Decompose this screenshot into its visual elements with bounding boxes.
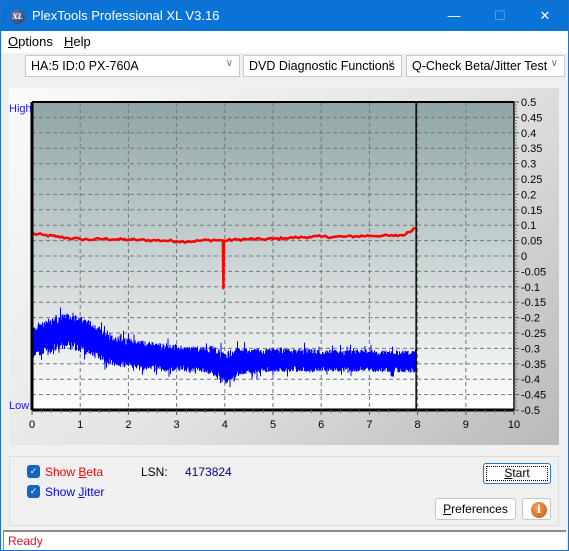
lsn-value: 4173824 (185, 465, 232, 479)
info-icon: i (531, 502, 547, 518)
x-tick-label: 4 (222, 419, 228, 431)
lsn-label: LSN: (141, 465, 168, 479)
chevron-down-icon: ∨ (550, 58, 558, 69)
controls-panel: ✓ Show Beta ✓ Show Jitter LSN: 4173824 S… (9, 456, 559, 526)
title-bar: XL PlexTools Professional XL V3.16 — ☐ ✕ (1, 1, 568, 31)
y-tick-label: 0.4 (521, 128, 536, 140)
preferences-button[interactable]: Preferences (435, 498, 516, 520)
y-tick-label: -0.4 (521, 374, 540, 386)
test-select[interactable]: Q-Check Beta/Jitter Test ∨ (406, 55, 565, 77)
chevron-down-icon: ∨ (387, 58, 395, 69)
y-tick-label: -0.25 (521, 328, 546, 340)
y-tick-label: 0.3 (521, 159, 536, 171)
status-text: Ready (8, 534, 43, 548)
y-tick-label: -0.05 (521, 266, 546, 278)
toolbar: HA:5 ID:0 PX-760A ∨ DVD Diagnostic Funct… (1, 53, 568, 79)
x-tick-label: 0 (29, 419, 35, 431)
y-tick-label: -0.2 (521, 313, 540, 325)
show-beta-checkbox[interactable]: ✓ (27, 465, 40, 478)
y-tick-label: 0 (521, 251, 527, 263)
menu-options-label: ptions (18, 34, 53, 49)
y-tick-label: -0.35 (521, 359, 546, 371)
y-tick-label: 0.05 (521, 236, 542, 248)
app-logo-icon: XL (10, 9, 25, 24)
chart-panel: 0 1 2 3 4 5 6 7 8 9 10 0.5 0.45 0.4 0.35 0.3 0.25 0.2 0.15… (9, 88, 559, 445)
menu-help-label: elp (73, 34, 91, 49)
show-jitter-checkbox[interactable]: ✓ (27, 485, 40, 498)
x-tick-label: 6 (318, 419, 324, 431)
function-select[interactable]: DVD Diagnostic Functions ∨ (243, 55, 402, 77)
info-button[interactable]: i (522, 498, 551, 520)
menu-help-mnemonic: H (64, 34, 74, 49)
start-button[interactable]: Start (483, 463, 551, 484)
y-tick-label: -0.45 (521, 390, 546, 402)
x-tick-label: 1 (77, 419, 83, 431)
y-tick-label: -0.1 (521, 282, 540, 294)
preferences-label: references (451, 502, 508, 516)
y-tick-label: 0.25 (521, 174, 542, 186)
show-jitter-rest: itter (84, 485, 105, 499)
window-title: PlexTools Professional XL V3.16 (32, 8, 220, 23)
y-tick-label: -0.15 (521, 297, 546, 309)
x-tick-label: 5 (270, 419, 276, 431)
y-tick-label: -0.5 (521, 405, 540, 417)
show-beta-prefix: Show (45, 465, 79, 479)
x-tick-label: 8 (415, 419, 421, 431)
preferences-mnemonic: P (443, 502, 452, 516)
maximize-button[interactable]: ☐ (477, 1, 523, 31)
y-tick-label: -0.3 (521, 343, 540, 355)
show-beta-rest: eta (86, 465, 104, 479)
status-bar: Ready (3, 530, 566, 550)
app-window: XL PlexTools Professional XL V3.16 — ☐ ✕… (0, 0, 569, 551)
x-tick-label: 10 (508, 419, 520, 431)
function-select-value: DVD Diagnostic Functions (249, 59, 395, 73)
y-tick-label: 0.1 (521, 220, 536, 232)
focus-rect (486, 466, 548, 481)
show-jitter-label[interactable]: Show Jitter (45, 485, 104, 499)
x-tick-label: 2 (125, 419, 131, 431)
y-tick-label: 0.45 (521, 112, 542, 124)
test-select-value: Q-Check Beta/Jitter Test (412, 59, 548, 73)
y-tick-label: 0.35 (521, 143, 542, 155)
beta-jitter-chart: 0 1 2 3 4 5 6 7 8 9 10 0.5 0.45 0.4 0.35 0.3 0.25 0.2 0.15… (9, 97, 546, 431)
y-tick-label: 0.5 (521, 97, 536, 109)
low-label: Low (9, 400, 29, 412)
x-tick-label: 3 (174, 419, 180, 431)
show-beta-label[interactable]: Show Beta (45, 465, 103, 479)
high-label: High (9, 103, 32, 115)
x-tick-label: 9 (463, 419, 469, 431)
drive-select[interactable]: HA:5 ID:0 PX-760A ∨ (25, 55, 240, 77)
menu-options[interactable]: Options (8, 34, 53, 49)
menu-bar: Options Help (1, 31, 568, 53)
menu-options-mnemonic: O (8, 34, 19, 49)
chevron-down-icon: ∨ (225, 58, 233, 69)
show-jitter-prefix: Show (45, 485, 79, 499)
drive-select-value: HA:5 ID:0 PX-760A (31, 59, 139, 73)
menu-help[interactable]: Help (64, 34, 91, 49)
close-button[interactable]: ✕ (522, 1, 568, 31)
x-tick-label: 7 (366, 419, 372, 431)
y-tick-label: 0.2 (521, 189, 536, 201)
minimize-button[interactable]: — (431, 1, 477, 31)
y-tick-label: 0.15 (521, 205, 542, 217)
